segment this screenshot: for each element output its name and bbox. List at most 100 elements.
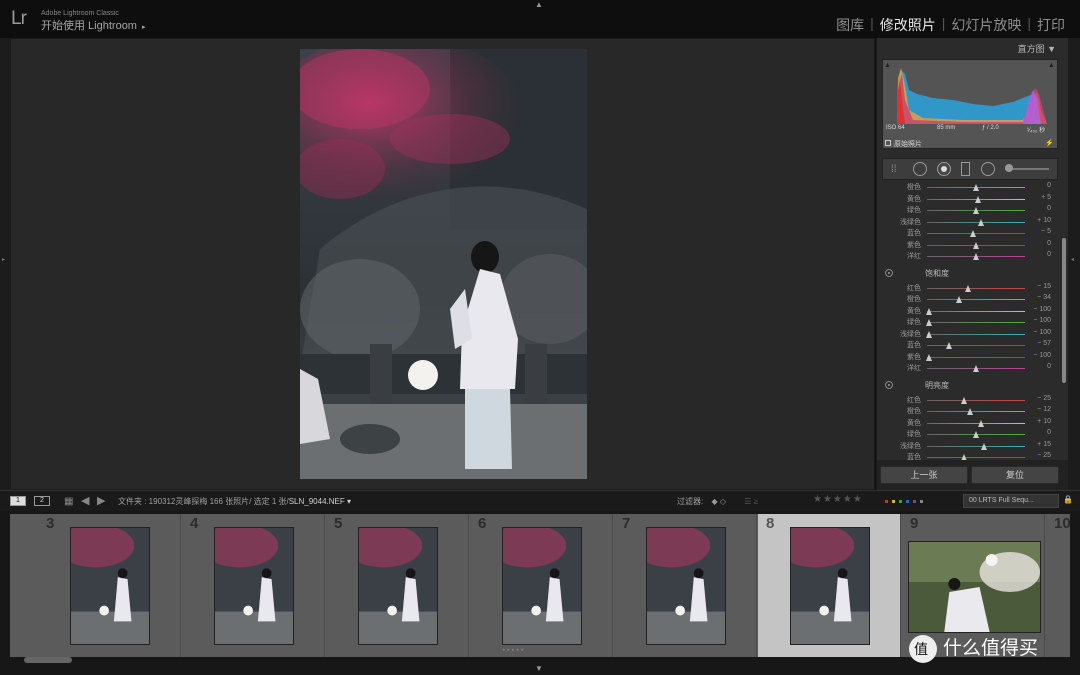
bottom-panel-toggle-icon[interactable]: ▼ [535,664,543,673]
saturation-slider-value[interactable]: − 100 [1027,329,1051,336]
histogram[interactable]: ▲ ▲ ISO 64 85 mm ƒ / 2.0 ¹⁄₄₀₀ 秒 [882,59,1058,149]
source-path[interactable]: 文件夹 : 190312灵峰探梅 166 张照片/ 选定 1 张/SLN_904… [118,496,351,507]
hue-slider-value[interactable]: 0 [1027,205,1051,212]
image-canvas[interactable] [10,38,875,490]
luminance-slider-row[interactable]: 橙色 − 12 [877,406,1059,417]
panel-scrollbar[interactable] [1062,238,1066,383]
saturation-slider-value[interactable]: − 100 [1027,352,1051,359]
luminance-slider-knob[interactable] [967,408,974,415]
filmstrip-cell[interactable]: 10 [1046,514,1070,657]
filmstrip-thumbnail[interactable] [70,527,150,645]
luminance-slider-value[interactable]: + 10 [1027,418,1051,425]
lightning-icon[interactable]: ⚡ [1045,139,1054,147]
hue-slider-track[interactable] [927,230,1025,237]
saturation-slider-track[interactable] [927,365,1025,372]
luminance-slider-track[interactable] [927,419,1025,427]
hue-slider-track[interactable] [927,184,1025,191]
right-panel-toggle[interactable]: ◂ [1068,38,1080,490]
saturation-slider-knob[interactable] [925,307,932,315]
luminance-slider-knob[interactable] [980,442,987,450]
filter-preset-dropdown[interactable]: 00 LRTS Full Sequ... [963,494,1059,508]
hue-slider-row[interactable]: 黄色 + 5 [877,194,1059,205]
filmstrip-cell[interactable]: 6 ★★★★★ [470,514,613,657]
luminance-slider-row[interactable]: 绿色 0 [877,429,1059,440]
luminance-slider-track[interactable] [927,396,1025,404]
saturation-slider-track[interactable] [925,330,1025,338]
saturation-slider-value[interactable]: − 15 [1027,283,1051,290]
saturation-slider-row[interactable]: 蓝色 − 57 [877,340,1059,351]
saturation-slider-knob[interactable] [925,319,932,326]
hue-slider-row[interactable]: 紫色 0 [877,240,1059,251]
monitor-2-button[interactable]: 2 [34,496,50,506]
saturation-slider-track[interactable] [927,342,1025,349]
monitor-1-button[interactable]: 1 [10,496,26,506]
luminance-slider-value[interactable]: − 25 [1027,452,1051,459]
hue-slider-value[interactable]: 0 [1027,251,1051,258]
previous-button[interactable]: 上一张 [880,466,968,484]
filmstrip-thumbnail[interactable] [790,527,870,645]
histogram-header[interactable]: 直方图 ▼ [1018,42,1056,55]
hue-slider-row[interactable]: 浅绿色 + 10 [877,217,1059,228]
hue-slider-knob[interactable] [973,253,979,260]
saturation-slider-row[interactable]: 橙色 − 34 [877,294,1059,305]
filmstrip-cell[interactable]: 3 [38,514,181,657]
thumbnail-rating[interactable]: ★★★★★ [502,647,525,652]
luminance-slider-value[interactable]: 0 [1027,429,1051,436]
module-library[interactable]: 图库 [831,15,869,35]
hue-slider-track[interactable] [927,195,1025,203]
luminance-slider-track[interactable] [927,454,1025,461]
hue-slider-track[interactable] [927,207,1025,214]
saturation-slider-track[interactable] [927,284,1025,292]
edit-filter-icon[interactable]: ☰ ≥ [744,497,758,506]
filmstrip-cell[interactable]: 5 [326,514,469,657]
radial-filter-icon[interactable] [981,162,995,176]
saturation-slider-row[interactable]: 红色 − 15 [877,283,1059,294]
luminance-slider-track[interactable] [927,442,1025,450]
saturation-slider-row[interactable]: 紫色 − 100 [877,352,1059,363]
hue-slider-track[interactable] [927,218,1025,226]
filmstrip-thumbnail[interactable] [358,527,438,645]
saturation-slider-knob[interactable] [956,296,963,303]
module-develop[interactable]: 修改照片 [875,15,941,35]
luminance-slider-row[interactable]: 黄色 + 10 [877,418,1059,429]
reset-button[interactable]: 复位 [971,466,1059,484]
color-label-filter[interactable] [885,499,927,505]
saturation-slider-knob[interactable] [925,353,932,361]
flag-filter-icon[interactable]: ◆ ◇ [711,497,726,506]
graduated-filter-icon[interactable] [961,162,970,176]
filename-dropdown[interactable]: SLN_9044.NEF ▾ [289,497,351,506]
filmstrip-scrollbar[interactable] [24,657,72,663]
hue-slider-knob[interactable] [977,218,984,226]
luminance-slider-knob[interactable] [973,431,979,438]
grid-view-icon[interactable]: ▦ [64,496,73,507]
main-photo[interactable] [300,49,587,479]
hue-slider-row[interactable]: 洋红 0 [877,251,1059,262]
filmstrip-thumbnail[interactable] [502,527,582,645]
identity-plate[interactable]: 开始使用 Lightroom ▸ [41,17,146,33]
luminance-slider-value[interactable]: − 25 [1027,395,1051,402]
saturation-slider-track[interactable] [925,307,1025,315]
hue-slider-value[interactable]: + 5 [1027,194,1051,201]
hue-slider-value[interactable]: + 10 [1027,217,1051,224]
saturation-slider-value[interactable]: − 57 [1027,340,1051,347]
hue-slider-knob[interactable] [973,241,979,249]
hue-slider-knob[interactable] [970,230,977,237]
saturation-slider-value[interactable]: − 100 [1027,317,1051,324]
hue-slider-knob[interactable] [973,207,979,214]
luminance-slider-track[interactable] [927,408,1025,415]
lock-icon[interactable]: 🔒 [1063,495,1073,504]
hue-slider-track[interactable] [927,253,1025,260]
saturation-slider-row[interactable]: 黄色 − 100 [877,306,1059,317]
filmstrip-thumbnail[interactable] [214,527,294,645]
hue-slider-value[interactable]: 0 [1027,182,1051,189]
spot-removal-icon[interactable] [913,162,927,176]
luminance-slider-knob[interactable] [977,419,984,427]
saturation-slider-track[interactable] [927,296,1025,303]
original-photo-checkbox[interactable]: 原始照片 [885,139,922,149]
saturation-slider-knob[interactable] [945,342,952,349]
luminance-slider-value[interactable]: − 12 [1027,406,1051,413]
filmstrip-thumbnail[interactable] [908,541,1041,633]
brush-icon[interactable] [1005,164,1013,172]
saturation-slider-row[interactable]: 绿色 − 100 [877,317,1059,328]
hue-slider-row[interactable]: 橙色 0 [877,182,1059,193]
